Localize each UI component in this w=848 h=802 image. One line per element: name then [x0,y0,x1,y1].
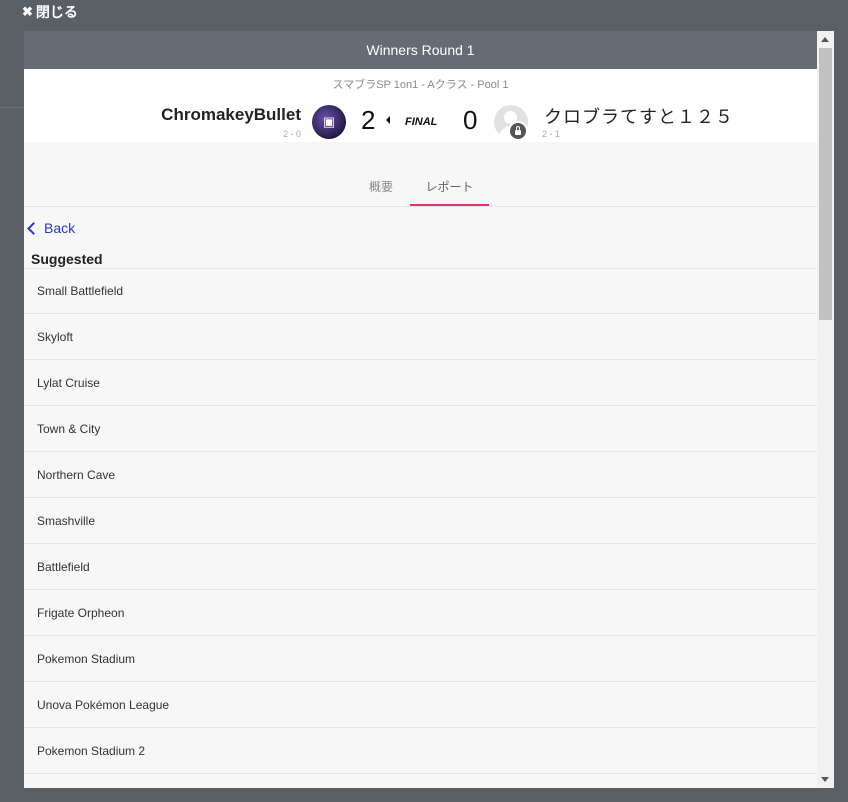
scroll-down-icon[interactable] [821,777,829,782]
player1-score: 2 [361,105,376,135]
tab-overview[interactable]: 概要 [369,178,393,204]
close-button[interactable]: ✖ 閉じる [22,2,78,22]
player1-name[interactable]: ChromakeyBullet [161,105,301,125]
lock-icon [508,121,528,141]
stage-item[interactable]: Frigate Orpheon [24,591,817,636]
player2-score: 0 [463,105,478,135]
scrollbar-thumb[interactable] [819,48,832,320]
event-name: スマブラSP 1on1 - Aクラス - Pool 1 [332,79,509,91]
section-title: Suggested [31,251,103,267]
player2-record: 2 - 1 [542,129,561,139]
winner-arrow-icon [386,116,390,124]
background-divider [0,107,24,108]
modal-scrollbar[interactable] [817,31,834,788]
modal-tabs: 概要 レポート [24,171,817,207]
close-label: 閉じる [35,4,78,20]
stage-item[interactable]: Town & City [24,407,817,452]
player1-avatar[interactable]: ▣ [312,105,346,139]
match-modal: Winners Round 1 スマブラSP 1on1 - Aクラス - Poo… [24,31,817,788]
stage-list: Small Battlefield Skyloft Lylat Cruise T… [24,268,817,775]
stage-item[interactable]: Northern Cave [24,453,817,498]
modal-header: Winners Round 1 [24,31,817,69]
scroll-up-icon[interactable] [821,37,829,42]
twitch-icon: ▣ [322,114,336,129]
stage-item[interactable]: Small Battlefield [24,269,817,314]
back-link[interactable]: Back [26,220,75,236]
back-label: Back [44,220,76,236]
stage-item[interactable]: Lylat Cruise [24,361,817,406]
stage-item[interactable]: Pokemon Stadium [24,637,817,682]
modal-title: Winners Round 1 [366,42,475,58]
player2-name[interactable]: クロブラてすと１２５ [544,103,734,129]
match-status: FINAL [405,116,438,128]
stage-item[interactable]: Battlefield [24,545,817,590]
player1-record: 2 - 0 [282,129,301,139]
stage-item[interactable]: Smashville [24,499,817,544]
stage-item[interactable]: Pokemon Stadium 2 [24,729,817,774]
chevron-left-icon [27,221,40,235]
stage-item[interactable]: Skyloft [24,315,817,360]
tab-report[interactable]: レポート [410,178,489,206]
match-summary: スマブラSP 1on1 - Aクラス - Pool 1 ChromakeyBul… [24,69,817,142]
stage-item[interactable]: Unova Pokémon League [24,683,817,728]
close-icon: ✖ [22,4,33,19]
